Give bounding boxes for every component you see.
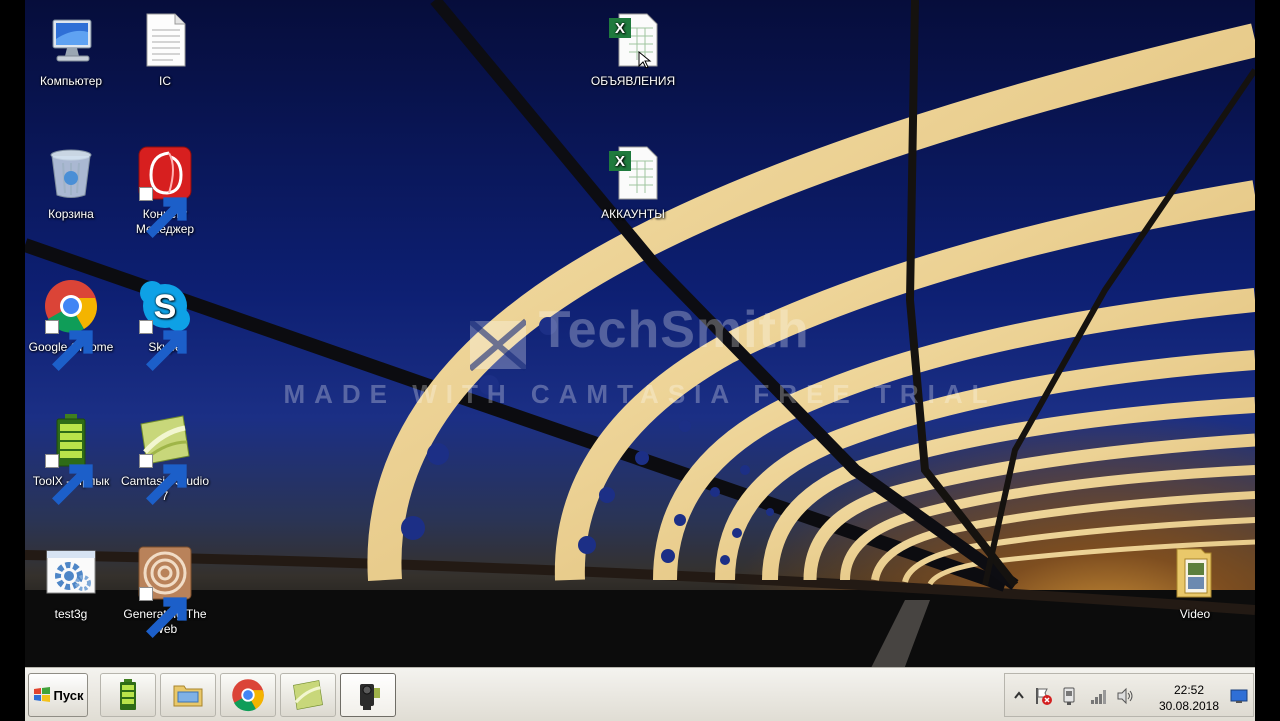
network-signal-icon[interactable]: [1089, 686, 1109, 706]
device-usb-icon[interactable]: [1059, 686, 1079, 706]
svg-text:X: X: [615, 153, 625, 170]
desktop-icon-label: ОБЪЯВЛЕНИЯ: [590, 74, 676, 88]
taskbar-button-explorer[interactable]: [160, 673, 216, 717]
desktop-icon-label: Video: [1179, 607, 1211, 621]
shortcut-arrow-icon: [45, 454, 93, 505]
desktop: TechSmith MADE WITH CAMTASIA FREE TRIAL …: [25, 0, 1255, 720]
desktop-icon-label: IC: [159, 74, 171, 88]
desktop-icon-test3g[interactable]: test3g: [25, 533, 119, 622]
taskbar-button-chrome[interactable]: [220, 673, 276, 717]
desktop-icon-computer[interactable]: Компьютер: [25, 0, 119, 89]
desktop-icon-connect-manager[interactable]: Коннект Менеджер: [117, 133, 213, 238]
camtasia-icon: [293, 680, 323, 710]
start-button[interactable]: Пуск: [28, 673, 88, 717]
recycle-bin-icon: [50, 149, 92, 198]
camcorder-icon: [360, 684, 380, 710]
desktop-icon-ic[interactable]: IC: [117, 0, 213, 89]
desktop-icon-toolx[interactable]: ToolX - Ярлык: [25, 400, 119, 505]
desktop-icon-label: Компьютер: [39, 74, 103, 88]
svg-text:X: X: [615, 20, 625, 37]
settings-gear-icon: [46, 550, 96, 594]
desktop-icon-label: АККАУНТЫ: [601, 207, 665, 221]
shortcut-arrow-icon: [139, 187, 187, 238]
taskbar-button-camtasia[interactable]: [280, 673, 336, 717]
shortcut-arrow-icon: [139, 454, 187, 505]
desktop-icon-video[interactable]: Video: [1147, 533, 1243, 622]
system-tray: 22:52 30.08.2018: [1004, 673, 1254, 717]
video-folder-icon: [1176, 548, 1212, 598]
volume-speaker-icon[interactable]: [1115, 686, 1135, 706]
excel-file-icon: X: [609, 146, 658, 200]
desktop-icon-camtasia[interactable]: Camtasia Studio 7: [117, 400, 213, 505]
windows-logo-icon: [33, 687, 50, 702]
show-desktop-icon[interactable]: [1229, 686, 1249, 706]
action-center-flag-icon[interactable]: [1033, 686, 1053, 706]
excel-file-icon: X: [609, 13, 658, 68]
taskbar-button-toolx[interactable]: [100, 673, 156, 717]
folder-explorer-icon: [173, 685, 203, 707]
taskbar: Пуск 22:52 30.08.2018: [25, 667, 1255, 721]
desktop-icon-label: test3g: [54, 607, 88, 621]
desktop-icon-akkaunty[interactable]: X АККАУНТЫ: [585, 133, 681, 222]
taskbar-button-recorder[interactable]: [340, 673, 396, 717]
shortcut-arrow-icon: [139, 320, 187, 371]
shortcut-arrow-icon: [45, 320, 93, 371]
computer-icon: [52, 19, 92, 62]
desktop-icon-obyavleniya[interactable]: X ОБЪЯВЛЕНИЯ: [585, 0, 681, 89]
text-document-icon: [146, 13, 186, 67]
desktop-icon-recycle-bin[interactable]: Корзина: [25, 133, 119, 222]
shortcut-arrow-icon: [139, 587, 187, 638]
desktop-icon-generating-the-web[interactable]: Generating The Web: [117, 533, 213, 638]
chrome-icon: [232, 679, 264, 712]
desktop-icon-label: Корзина: [48, 207, 94, 221]
battery-tool-icon: [120, 679, 136, 710]
clock-time[interactable]: 22:52: [1159, 683, 1219, 697]
start-label: Пуск: [53, 687, 84, 703]
desktop-icon-skype[interactable]: S Skype: [117, 266, 213, 371]
clock-date[interactable]: 30.08.2018: [1153, 699, 1225, 713]
show-hidden-icons-icon[interactable]: [1009, 686, 1029, 706]
desktop-icon-google-chrome[interactable]: Google Chrome: [25, 266, 119, 371]
